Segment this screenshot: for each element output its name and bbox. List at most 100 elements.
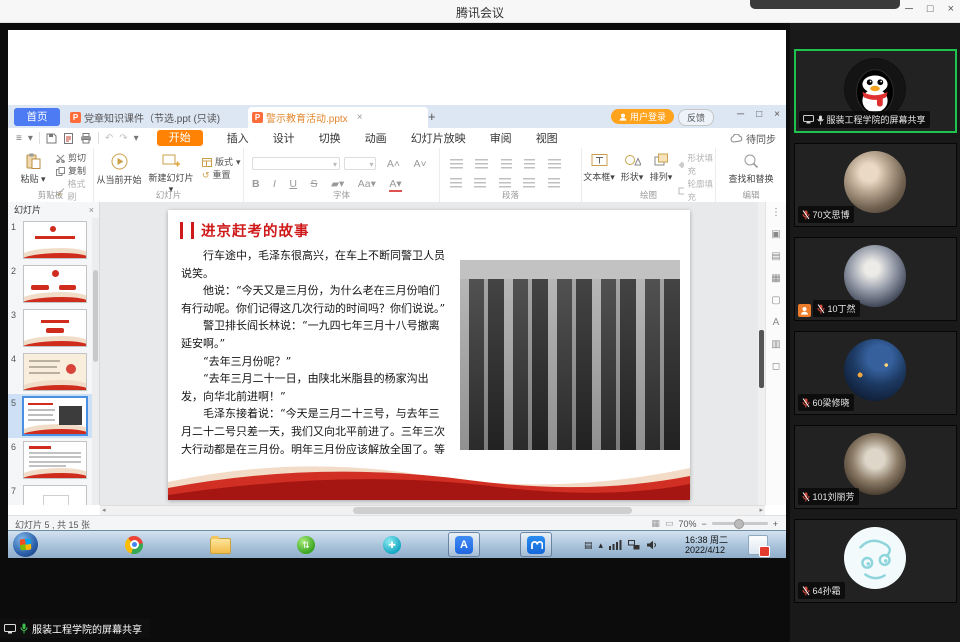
- tray-ime-icon[interactable]: ▤: [584, 540, 593, 551]
- help-pane-icon[interactable]: ◻: [766, 356, 786, 378]
- more-tools-icon[interactable]: ⋮: [766, 202, 786, 224]
- slide-canvas[interactable]: 进京赶考的故事 行车途中，毛泽东很高兴，在车上不断同警卫人员说笑。 他说：“今天…: [168, 210, 690, 500]
- save-icon[interactable]: [46, 133, 57, 144]
- hamburger-menu-icon[interactable]: ≡: [16, 133, 22, 144]
- shapes-button[interactable]: 形状▾: [618, 153, 646, 183]
- redo-icon[interactable]: ↷: [119, 133, 127, 144]
- media-pane-icon[interactable]: ▥: [766, 334, 786, 356]
- play-from-current-button[interactable]: 从当前开始: [96, 153, 142, 186]
- align-right-icon[interactable]: [499, 178, 511, 188]
- ribbon-tab-home[interactable]: 开始: [157, 130, 203, 146]
- decrease-font-icon[interactable]: A˅: [414, 158, 427, 170]
- increase-indent-icon[interactable]: [524, 159, 535, 169]
- zoom-out-icon[interactable]: −: [701, 519, 706, 529]
- ribbon-tab-view[interactable]: 视图: [536, 130, 558, 146]
- slide-thumbnail-1[interactable]: 1: [8, 218, 92, 262]
- wps-minimize-icon[interactable]: ─: [737, 109, 744, 120]
- participant-tile[interactable]: 10丁然: [794, 237, 957, 321]
- paste-button[interactable]: 粘贴 ▾: [10, 153, 56, 185]
- sync-status[interactable]: 待同步: [730, 131, 776, 146]
- bullet-list-icon[interactable]: [450, 159, 463, 169]
- distribute-icon[interactable]: [548, 178, 560, 188]
- start-button[interactable]: [13, 532, 38, 557]
- copy-button[interactable]: 复制: [56, 165, 93, 178]
- reset-button[interactable]: ↺重置: [202, 169, 241, 182]
- slide-thumbnail-4[interactable]: 4: [8, 350, 92, 394]
- editor-horizontal-scrollbar[interactable]: ◂▸: [100, 505, 765, 515]
- font-pane-icon[interactable]: A: [766, 312, 786, 334]
- find-replace-button[interactable]: 查找和替换: [722, 153, 780, 185]
- textbox-button[interactable]: 文本框▾: [582, 153, 616, 183]
- increase-font-icon[interactable]: A˄: [387, 158, 400, 170]
- close-panel-icon[interactable]: ×: [89, 202, 94, 218]
- signal-bars-icon[interactable]: [609, 540, 622, 550]
- tray-notification-icon[interactable]: [748, 535, 768, 555]
- wps-restore-icon[interactable]: □: [756, 109, 762, 120]
- ribbon-tab-transition[interactable]: 切换: [319, 130, 341, 146]
- wps-close-icon[interactable]: ×: [774, 109, 780, 120]
- participant-tile[interactable]: 64孙霜: [794, 519, 957, 603]
- font-name-select[interactable]: ▾: [252, 157, 340, 170]
- taskbar-clock[interactable]: 16:38 周二 2022/4/12: [685, 535, 728, 555]
- speaker-icon[interactable]: [646, 540, 658, 550]
- tray-expand-icon[interactable]: ▴: [598, 540, 603, 551]
- taskbar-teal-app[interactable]: ✚: [376, 532, 408, 557]
- slideshow-view-icon[interactable]: ▭: [665, 518, 674, 529]
- properties-icon[interactable]: ▣: [766, 224, 786, 246]
- participant-tile[interactable]: 70文思博: [794, 143, 957, 227]
- new-tab-button[interactable]: +: [428, 109, 436, 124]
- slide-thumbnail-6[interactable]: 6: [8, 438, 92, 482]
- close-tab-icon[interactable]: ×: [357, 112, 363, 123]
- ribbon-tab-insert[interactable]: 插入: [227, 130, 249, 146]
- meeting-floating-toolbar[interactable]: [750, 0, 900, 9]
- editor-vertical-scrollbar[interactable]: [758, 202, 765, 505]
- ribbon-tab-review[interactable]: 审阅: [490, 130, 512, 146]
- minimize-icon[interactable]: ─: [905, 3, 913, 15]
- numbered-list-icon[interactable]: [475, 159, 488, 169]
- taskbar-explorer[interactable]: [204, 532, 236, 557]
- align-center-icon[interactable]: [474, 178, 486, 188]
- wps-home-tab[interactable]: 首页: [14, 108, 60, 126]
- slide-thumbnail-7[interactable]: 7: [8, 482, 92, 505]
- print-icon[interactable]: [80, 133, 92, 144]
- taskbar-tencent-meeting-running[interactable]: [520, 532, 552, 557]
- login-button[interactable]: 用户登录: [611, 109, 674, 124]
- chevron-down-icon[interactable]: ▾: [28, 133, 33, 144]
- participant-tile[interactable]: 60梁修晓: [794, 331, 957, 415]
- design-pane-icon[interactable]: ▦: [766, 268, 786, 290]
- taskbar-app-a-running[interactable]: A: [448, 532, 480, 557]
- layout-button[interactable]: 版式 ▾: [202, 156, 241, 169]
- undo-icon[interactable]: ↶: [105, 133, 113, 144]
- zoom-slider[interactable]: [712, 522, 768, 525]
- network-icon[interactable]: [628, 540, 640, 550]
- ribbon-tab-design[interactable]: 设计: [273, 130, 295, 146]
- close-icon[interactable]: ×: [948, 3, 954, 15]
- chevron-down-icon[interactable]: ▾: [134, 133, 139, 144]
- align-left-icon[interactable]: [450, 178, 462, 188]
- taskbar-green-app[interactable]: ⇅: [290, 532, 322, 557]
- participant-tile-sharer[interactable]: 服装工程学院的屏幕共享: [794, 49, 957, 133]
- view-mode-icon[interactable]: ▦: [651, 518, 660, 529]
- export-pdf-icon[interactable]: [63, 133, 74, 144]
- panel-scrollbar[interactable]: [92, 218, 99, 505]
- comments-pane-icon[interactable]: ▢: [766, 290, 786, 312]
- participant-tile[interactable]: 101刘丽芳: [794, 425, 957, 509]
- taskbar-chrome[interactable]: [118, 532, 150, 557]
- doc-tab-2-active[interactable]: P 警示教育活动.pptx ×: [248, 107, 428, 128]
- cut-button[interactable]: 剪切: [56, 152, 93, 165]
- slide-editor-area[interactable]: 进京赶考的故事 行车途中，毛泽东很高兴，在车上不断同警卫人员说笑。 他说：“今天…: [100, 202, 765, 505]
- arrange-button[interactable]: 排列▾: [648, 153, 674, 183]
- zoom-in-icon[interactable]: +: [773, 519, 778, 529]
- font-size-select[interactable]: ▾: [344, 157, 376, 170]
- slide-thumbnail-5-selected[interactable]: 5: [8, 394, 92, 438]
- feedback-button[interactable]: 反馈: [678, 109, 714, 126]
- decrease-indent-icon[interactable]: [501, 159, 512, 169]
- maximize-icon[interactable]: □: [927, 3, 934, 15]
- justify-icon[interactable]: [523, 178, 535, 188]
- slide-thumbnail-2[interactable]: 2: [8, 262, 92, 306]
- ribbon-tab-slideshow[interactable]: 幻灯片放映: [411, 130, 466, 146]
- animation-pane-icon[interactable]: ▤: [766, 246, 786, 268]
- slide-thumbnail-3[interactable]: 3: [8, 306, 92, 350]
- shape-fill-button[interactable]: 形状填充: [678, 152, 715, 178]
- doc-tab-1[interactable]: P 党章知识课件（节选.ppt (只读): [66, 108, 252, 126]
